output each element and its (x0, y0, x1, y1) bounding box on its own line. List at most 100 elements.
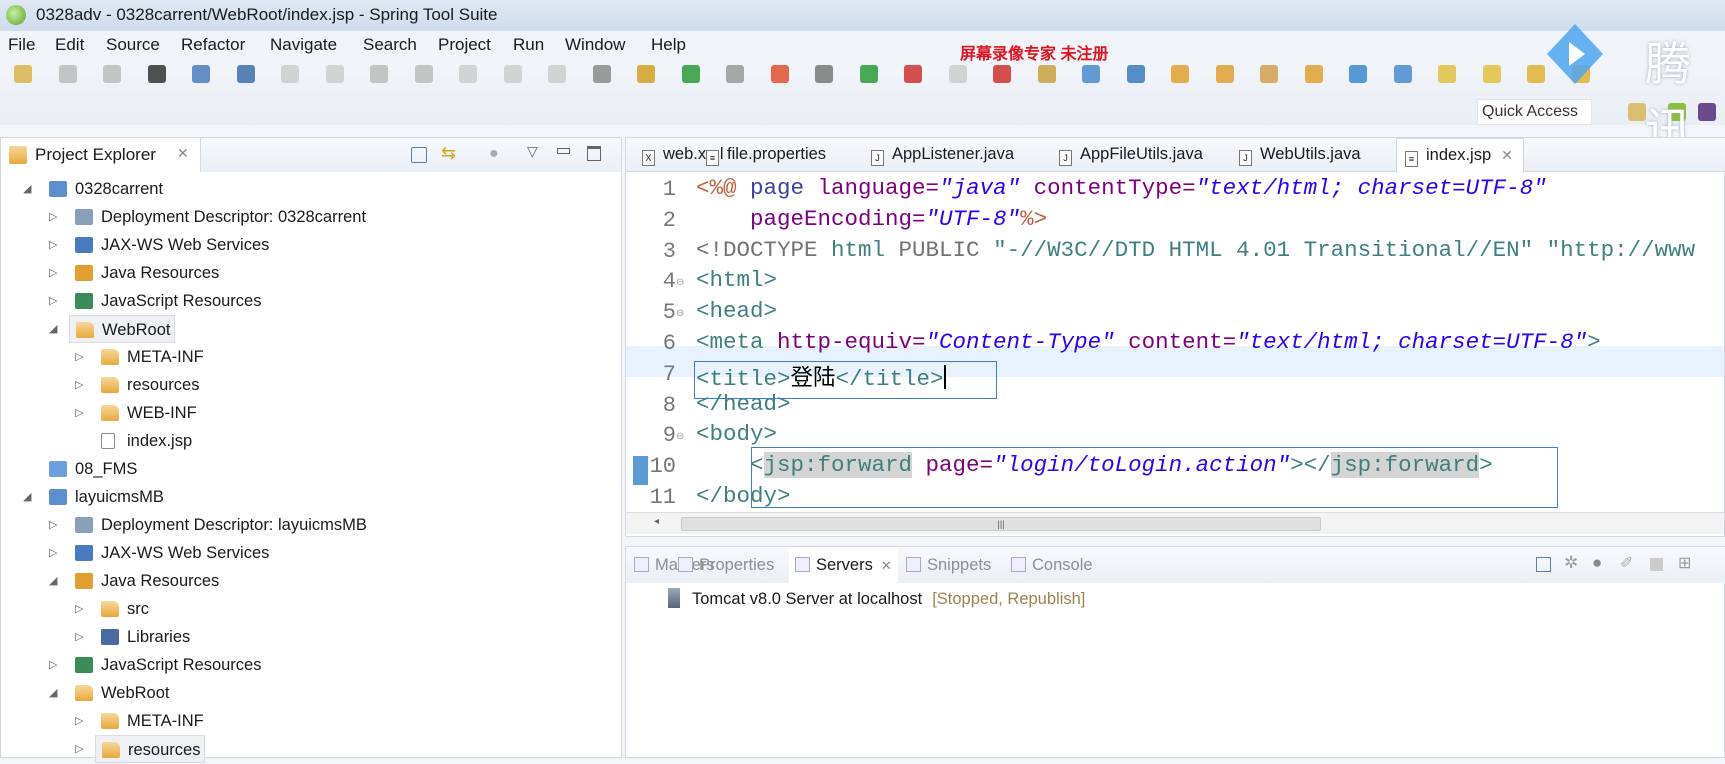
debug-server-icon[interactable]: ✲ (1564, 553, 1578, 573)
collapsed-arrow-icon[interactable]: ▷ (75, 623, 83, 651)
horizontal-scrollbar[interactable]: ◂ ||| (626, 512, 1724, 534)
editor-tab-file-properties[interactable]: ≡ file.properties (706, 145, 826, 166)
menu-source[interactable]: Source (106, 35, 160, 55)
tree-item[interactable]: JavaScript Resources (69, 287, 261, 315)
tree-item[interactable]: Deployment Descriptor: 0328carrent (69, 203, 366, 231)
editor-tab-appfileutils-java[interactable]: J AppFileUtils.java (1059, 145, 1203, 166)
tree-item[interactable]: index.jsp (95, 427, 192, 455)
toolbar-button-icon[interactable] (1215, 65, 1234, 83)
tree-item[interactable]: Java Resources (69, 567, 219, 595)
scroll-left-icon[interactable]: ◂ (654, 516, 659, 527)
tree-item[interactable]: WebRoot (69, 315, 176, 343)
tree-item[interactable]: JavaScript Resources (69, 651, 261, 679)
profile-server-icon[interactable]: ✐ (1620, 553, 1633, 573)
expanded-arrow-icon[interactable]: ◢ (49, 315, 57, 343)
menu-search[interactable]: Search (363, 35, 417, 55)
toolbar-button-icon[interactable] (1126, 65, 1145, 83)
menu-file[interactable]: File (8, 35, 35, 55)
toolbar-button-icon[interactable] (103, 65, 121, 83)
collapsed-arrow-icon[interactable]: ▷ (49, 651, 57, 679)
code-line[interactable]: <meta http-equiv="Content-Type" content=… (696, 329, 1601, 355)
fold-toggle-icon[interactable]: ⊖ (676, 431, 684, 442)
stop-server-icon[interactable] (1650, 558, 1663, 571)
collapsed-arrow-icon[interactable]: ▷ (49, 259, 57, 287)
collapsed-arrow-icon[interactable]: ▷ (75, 399, 83, 427)
maximize-icon[interactable] (587, 146, 601, 161)
quick-access-input[interactable]: Quick Access (1477, 99, 1592, 125)
tree-item[interactable]: src (95, 595, 149, 623)
menu-navigate[interactable]: Navigate (270, 35, 337, 55)
toolbar-button-icon[interactable] (1527, 65, 1545, 83)
toolbar-button-icon[interactable] (993, 65, 1011, 83)
collapse-all-icon[interactable] (411, 147, 427, 163)
menu-help[interactable]: Help (651, 35, 686, 55)
menu-run[interactable]: Run (513, 35, 544, 55)
toolbar-button-icon[interactable] (58, 65, 77, 83)
toolbar-button-icon[interactable] (459, 65, 477, 83)
toolbar-button-icon[interactable] (325, 65, 344, 83)
filters-icon[interactable]: ● (489, 145, 499, 163)
tree-item[interactable]: 08_FMS (43, 455, 137, 483)
toolbar-button-icon[interactable] (1171, 65, 1189, 83)
server-row[interactable]: Tomcat v8.0 Server at localhost [Stopped,… (668, 585, 1085, 613)
tree-item[interactable]: Deployment Descriptor: layuicmsMB (69, 511, 367, 539)
publish-icon[interactable]: ⊞ (1678, 553, 1691, 573)
toolbar-button-icon[interactable] (859, 65, 878, 83)
tree-item[interactable]: resources (95, 735, 206, 763)
code-line[interactable]: pageEncoding="UTF-8"%> (696, 206, 1047, 232)
tree-item[interactable]: Libraries (95, 623, 190, 651)
collapsed-arrow-icon[interactable]: ▷ (75, 371, 83, 399)
toolbar-button-icon[interactable] (948, 65, 967, 83)
collapsed-arrow-icon[interactable]: ▷ (49, 511, 57, 539)
start-server-icon[interactable]: ● (1592, 553, 1602, 573)
bottom-tab-servers[interactable]: Servers ✕ (789, 547, 898, 584)
collapsed-arrow-icon[interactable]: ▷ (75, 735, 83, 763)
editor-tab-webutils-java[interactable]: J WebUtils.java (1239, 145, 1361, 166)
close-tab-icon[interactable]: ✕ (1501, 147, 1513, 163)
collapsed-arrow-icon[interactable]: ▷ (49, 539, 57, 567)
toolbar-button-icon[interactable] (14, 65, 32, 83)
tree-item[interactable]: META-INF (95, 707, 204, 735)
collapsed-arrow-icon[interactable]: ▷ (49, 287, 57, 315)
code-line[interactable]: <!DOCTYPE html PUBLIC "-//W3C//DTD HTML … (696, 237, 1695, 263)
toolbar-button-icon[interactable] (281, 65, 299, 83)
tree-item[interactable]: JAX-WS Web Services (69, 231, 269, 259)
project-explorer-tab[interactable]: Project Explorer ✕ (1, 138, 201, 172)
tree-item[interactable]: layuicmsMB (43, 483, 164, 511)
minimize-icon[interactable] (557, 148, 570, 154)
expanded-arrow-icon[interactable]: ◢ (23, 175, 31, 203)
code-line[interactable]: <%@ page language="java" contentType="te… (696, 175, 1547, 201)
tree-item[interactable]: Java Resources (69, 259, 219, 287)
view-menu-icon[interactable]: ▽ (527, 143, 538, 160)
toolbar-button-icon[interactable] (904, 65, 922, 83)
bottom-tab-properties[interactable]: Properties (678, 556, 774, 575)
fold-toggle-icon[interactable]: ⊖ (676, 277, 684, 288)
tree-item[interactable]: 0328carrent (43, 175, 163, 203)
menu-edit[interactable]: Edit (55, 35, 84, 55)
tree-item[interactable]: WEB-INF (95, 399, 197, 427)
collapsed-arrow-icon[interactable]: ▷ (75, 595, 83, 623)
toolbar-button-icon[interactable] (681, 65, 700, 83)
fold-toggle-icon[interactable]: ⊖ (676, 308, 684, 319)
toolbar-button-icon[interactable] (1349, 65, 1367, 83)
expanded-arrow-icon[interactable]: ◢ (49, 567, 57, 595)
collapsed-arrow-icon[interactable]: ▷ (75, 707, 83, 735)
bottom-tab-console[interactable]: Console (1011, 556, 1093, 575)
toolbar-button-icon[interactable] (1082, 65, 1100, 83)
editor-tab-index-jsp[interactable]: ≡ index.jsp ✕ (1396, 138, 1524, 173)
code-line[interactable]: <body> (696, 421, 777, 447)
toolbar-button-icon[interactable] (1393, 65, 1412, 83)
tree-item[interactable]: JAX-WS Web Services (69, 539, 269, 567)
close-tab-icon[interactable]: ✕ (881, 558, 892, 573)
tree-item[interactable]: resources (95, 371, 199, 399)
link-with-editor-icon[interactable]: ⇆ (441, 143, 456, 164)
code-line[interactable]: <html> (696, 267, 777, 293)
menu-project[interactable]: Project (438, 35, 491, 55)
expanded-arrow-icon[interactable]: ◢ (23, 483, 31, 511)
toolbar-button-icon[interactable] (1482, 65, 1501, 83)
toolbar-button-icon[interactable] (770, 65, 789, 83)
toolbar-button-icon[interactable] (503, 65, 522, 83)
close-icon[interactable]: ✕ (177, 145, 189, 162)
collapsed-arrow-icon[interactable]: ▷ (49, 231, 57, 259)
collapsed-arrow-icon[interactable]: ▷ (75, 343, 83, 371)
